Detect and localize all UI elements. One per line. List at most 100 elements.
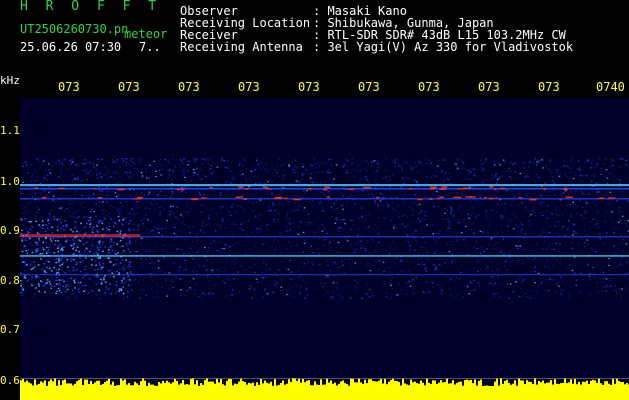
noise-speck — [412, 233, 414, 235]
noise-speck — [122, 286, 124, 288]
noise-speck — [113, 161, 116, 163]
noise-speck — [188, 226, 190, 228]
noise-speck — [289, 218, 291, 220]
noise-speck — [571, 242, 574, 244]
noise-speck — [599, 190, 601, 192]
noise-speck — [596, 163, 598, 165]
burst-speck — [59, 244, 61, 246]
amplitude-bar — [114, 386, 116, 400]
amplitude-bar — [318, 385, 320, 400]
noise-speck — [75, 211, 78, 213]
noise-speck — [160, 164, 163, 166]
noise-speck — [446, 177, 448, 180]
burst-speck — [76, 246, 79, 249]
noise-speck — [536, 161, 538, 163]
noise-speck — [313, 178, 315, 180]
noise-speck — [540, 282, 543, 285]
burst-speck — [112, 225, 115, 228]
noise-speck — [211, 172, 213, 174]
noise-speck — [175, 216, 177, 218]
noise-speck — [414, 162, 416, 164]
noise-speck — [170, 210, 172, 212]
amplitude-bar — [446, 378, 448, 400]
noise-speck — [615, 221, 618, 223]
noise-speck — [31, 196, 34, 198]
noise-speck — [581, 238, 584, 240]
burst-speck — [75, 249, 77, 251]
noise-speck — [571, 269, 573, 272]
noise-speck — [155, 227, 157, 229]
noise-speck — [303, 209, 305, 212]
noise-speck — [451, 209, 453, 211]
noise-speck — [614, 285, 617, 287]
noise-speck — [146, 239, 148, 241]
noise-speck — [227, 189, 229, 192]
noise-speck — [362, 221, 364, 223]
noise-speck — [104, 216, 106, 218]
noise-speck — [202, 158, 204, 160]
noise-speck — [337, 251, 339, 253]
noise-speck — [462, 195, 464, 197]
noise-speck — [253, 289, 256, 291]
noise-speck — [542, 159, 544, 162]
noise-speck — [415, 165, 417, 167]
amplitude-bar — [602, 384, 604, 400]
noise-speck — [233, 199, 236, 201]
noise-speck — [232, 244, 235, 246]
noise-speck — [566, 266, 568, 268]
noise-speck — [333, 281, 336, 283]
noise-speck — [251, 297, 253, 299]
noise-speck — [403, 159, 406, 161]
hot-streak — [324, 186, 331, 189]
noise-speck — [133, 279, 136, 281]
noise-speck — [596, 165, 598, 167]
noise-speck — [30, 264, 32, 266]
noise-speck — [153, 160, 155, 162]
amplitude-bar — [260, 378, 262, 400]
noise-speck — [531, 250, 534, 252]
noise-speck — [522, 162, 524, 164]
noise-speck — [290, 278, 292, 280]
noise-speck — [560, 289, 562, 291]
noise-speck — [390, 283, 393, 285]
noise-speck — [95, 294, 98, 296]
noise-speck — [169, 175, 171, 177]
noise-speck — [277, 269, 280, 271]
noise-speck — [178, 230, 180, 232]
noise-speck — [20, 231, 22, 234]
noise-speck — [383, 270, 385, 272]
noise-speck — [472, 207, 474, 209]
noise-speck — [408, 270, 410, 272]
burst-speck — [72, 239, 75, 241]
amplitude-bar — [518, 378, 520, 400]
amplitude-bar — [608, 383, 610, 400]
noise-speck — [245, 178, 247, 180]
amplitude-bar — [76, 381, 78, 400]
noise-speck — [441, 271, 443, 273]
noise-speck — [224, 244, 227, 246]
x-tick-label: 0740 — [596, 80, 625, 94]
noise-speck — [125, 161, 128, 163]
noise-speck — [206, 224, 208, 226]
noise-speck — [159, 211, 162, 213]
noise-speck — [186, 201, 189, 203]
burst-red — [20, 234, 140, 237]
noise-speck — [567, 165, 569, 167]
amplitude-bar — [488, 385, 490, 400]
noise-speck — [566, 204, 568, 206]
noise-speck — [408, 279, 411, 281]
noise-speck — [72, 174, 74, 176]
amplitude-bar — [542, 380, 544, 400]
noise-speck — [431, 282, 434, 284]
amplitude-bar — [250, 383, 252, 400]
noise-speck — [495, 248, 497, 250]
burst-speck — [96, 274, 98, 276]
amplitude-bar — [286, 383, 288, 400]
noise-speck — [207, 280, 210, 282]
noise-speck — [136, 169, 138, 171]
noise-speck — [551, 179, 553, 181]
hot-streak — [468, 196, 476, 198]
noise-speck — [205, 181, 207, 183]
noise-speck — [561, 214, 564, 216]
amplitude-bar — [548, 382, 550, 400]
